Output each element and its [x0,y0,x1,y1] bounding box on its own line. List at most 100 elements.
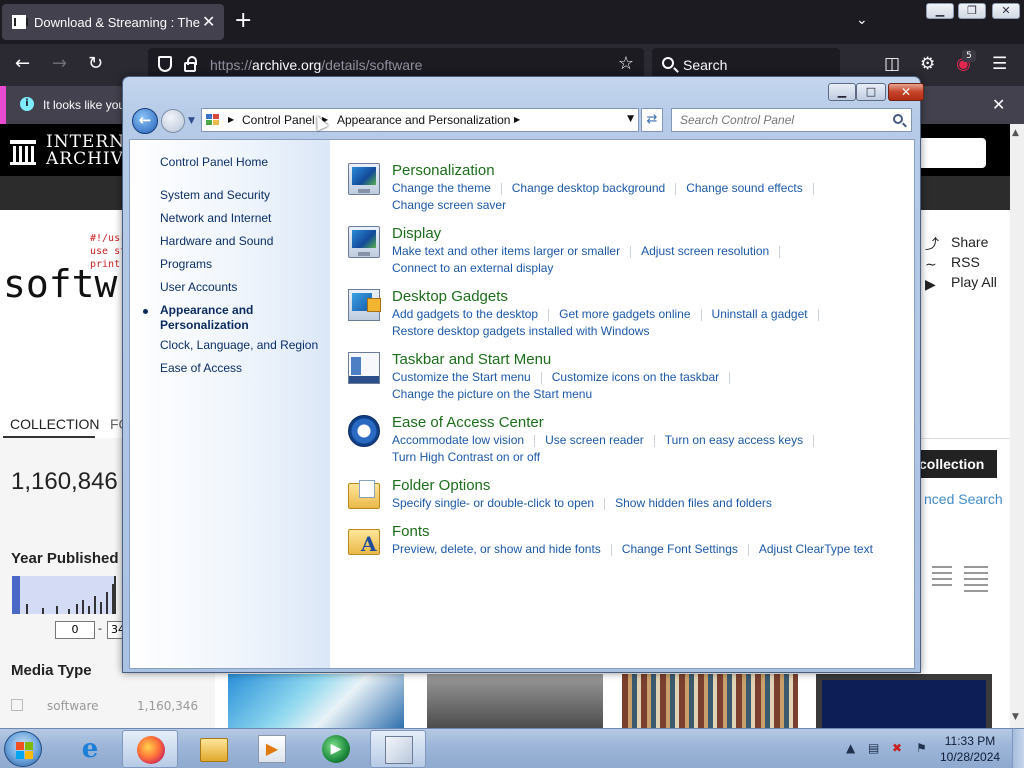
network-icon[interactable]: ▤ [868,741,879,755]
taskbar-icon[interactable] [348,352,380,384]
bookmark-star-icon[interactable]: ☆ [618,53,634,74]
task-text-size[interactable]: Make text and other items larger or smal… [392,244,620,258]
task-font-settings[interactable]: Change Font Settings [622,542,738,556]
category-title[interactable]: Display [392,225,441,243]
tab-collection[interactable]: COLLECTION [10,416,99,432]
year-from-input[interactable]: 0 [55,621,95,639]
category-title[interactable]: Personalization [392,162,495,180]
personalization-icon[interactable] [348,163,380,195]
search-control-panel-input[interactable]: Search Control Panel [671,108,912,132]
histogram-selection[interactable] [12,576,20,614]
taskbar-media-center[interactable]: ▶ [308,730,364,768]
start-button[interactable] [4,731,42,767]
scroll-up-icon[interactable]: ▲ [1012,128,1019,138]
category-title[interactable]: Ease of Access Center [392,414,544,432]
task-change-theme[interactable]: Change the theme [392,181,491,195]
item-thumbnail[interactable] [427,674,603,728]
notification-close-icon[interactable]: ✕ [992,95,1005,114]
close-button[interactable]: ✕ [888,83,924,101]
search-icon[interactable] [893,114,903,124]
back-arrow-icon[interactable]: ← [15,54,30,74]
reload-icon[interactable]: ↻ [88,54,103,74]
sidebar-item-hardware-sound[interactable]: Hardware and Sound [160,234,273,249]
rss-link[interactable]: ∼ RSS [925,252,997,272]
breadcrumb-control-panel[interactable]: Control Panel [242,113,315,127]
task-cleartype[interactable]: Adjust ClearType text [759,542,873,556]
task-uninstall-gadget[interactable]: Uninstall a gadget [712,307,808,321]
task-screen-reader[interactable]: Use screen reader [545,433,644,447]
taskbar-control-panel[interactable] [370,730,426,768]
task-add-gadgets[interactable]: Add gadgets to the desktop [392,307,538,321]
ease-of-access-icon[interactable] [348,415,380,447]
hamburger-menu-icon[interactable]: ☰ [992,54,1007,74]
task-get-more-gadgets[interactable]: Get more gadgets online [559,307,690,321]
task-change-start-picture[interactable]: Change the picture on the Start menu [392,387,592,401]
sidebar-item-ease-of-access[interactable]: Ease of Access [160,361,242,376]
media-type-checkbox[interactable] [11,699,23,711]
url-text[interactable]: https://archive.org/details/software [210,57,422,73]
forward-arrow-icon[interactable]: → [52,54,67,74]
sidebar-item-home[interactable]: Control Panel Home [160,155,268,170]
tracking-shield-icon[interactable] [158,56,172,72]
address-history-dropdown-icon[interactable]: ▼ [627,114,634,124]
year-histogram[interactable] [12,576,116,614]
task-easy-access-keys[interactable]: Turn on easy access keys [665,433,803,447]
breadcrumb-arrow-icon[interactable]: ▶ [228,113,234,127]
taskbar-media-player[interactable]: ▶ [244,730,300,768]
taskbar-file-explorer[interactable] [186,730,242,768]
task-single-double-click[interactable]: Specify single- or double-click to open [392,496,594,510]
browser-close-button[interactable]: ✕ [992,3,1020,19]
sidebar-item-user-accounts[interactable]: User Accounts [160,280,237,295]
recent-pages-dropdown-icon[interactable]: ▼ [188,116,195,126]
tab-close-icon[interactable]: ✕ [202,12,215,31]
new-tab-button[interactable]: + [234,9,252,33]
category-title[interactable]: Taskbar and Start Menu [392,351,551,369]
task-low-vision[interactable]: Accommodate low vision [392,433,524,447]
task-customize-start-menu[interactable]: Customize the Start menu [392,370,531,384]
category-title[interactable]: Desktop Gadgets [392,288,508,306]
item-thumbnail[interactable] [228,674,404,728]
breadcrumb-arrow-icon[interactable]: ▶ [514,113,520,127]
forward-button[interactable] [161,109,185,133]
back-button[interactable]: ← [132,108,158,134]
sidebar-item-programs[interactable]: Programs [160,257,212,272]
page-scrollbar[interactable]: ▲ ▼ [1010,124,1024,728]
advanced-search-link[interactable]: nced Search [924,491,1003,507]
folder-options-icon[interactable] [348,480,380,509]
task-screen-resolution[interactable]: Adjust screen resolution [641,244,769,258]
archive-logo-icon[interactable] [10,140,36,166]
display-icon[interactable] [348,226,380,258]
action-center-flag-icon[interactable]: ⚑ [916,741,927,755]
sidebar-item-appearance[interactable]: Appearance and Personalization [160,303,253,333]
address-bar[interactable]: ▶ Control Panel ▶ Appearance and Persona… [201,108,639,132]
list-all-tabs-icon[interactable]: ⌄ [856,12,868,28]
browser-minimize-button[interactable]: ▁ [926,3,954,19]
taskbar-internet-explorer[interactable]: e [62,730,118,768]
extensions-icon[interactable]: ⚙ [920,54,935,74]
clock[interactable]: 11:33 PM 10/28/2024 [940,733,1000,765]
view-mode-icons[interactable] [916,558,990,594]
share-link[interactable]: ⤴ Share [925,232,997,252]
category-title[interactable]: Fonts [392,523,430,541]
play-all-link[interactable]: ▶ Play All [925,272,997,292]
volume-muted-icon[interactable]: ✖ [892,741,902,755]
task-change-sound-effects[interactable]: Change sound effects [686,181,803,195]
browser-tab[interactable]: Download & Streaming : The In ✕ [2,4,224,40]
fonts-icon[interactable] [348,529,380,556]
taskbar-firefox[interactable] [122,730,178,768]
task-restore-gadgets[interactable]: Restore desktop gadgets installed with W… [392,324,649,338]
sidebar-item-network[interactable]: Network and Internet [160,211,271,226]
browser-restore-button[interactable]: ❐ [958,3,986,19]
item-thumbnail[interactable] [622,674,798,728]
sidebar-item-system-security[interactable]: System and Security [160,188,270,203]
task-change-screen-saver[interactable]: Change screen saver [392,198,506,212]
task-change-background[interactable]: Change desktop background [512,181,665,195]
task-preview-fonts[interactable]: Preview, delete, or show and hide fonts [392,542,601,556]
category-title[interactable]: Folder Options [392,477,490,495]
gadgets-icon[interactable] [348,289,381,321]
lock-icon[interactable] [184,56,197,72]
show-hidden-icons-icon[interactable]: ▲ [846,741,855,755]
show-desktop-button[interactable] [1012,729,1024,768]
pocket-icon[interactable]: ◫ [884,54,900,74]
sidebar-item-clock-region[interactable]: Clock, Language, and Region [160,338,318,353]
